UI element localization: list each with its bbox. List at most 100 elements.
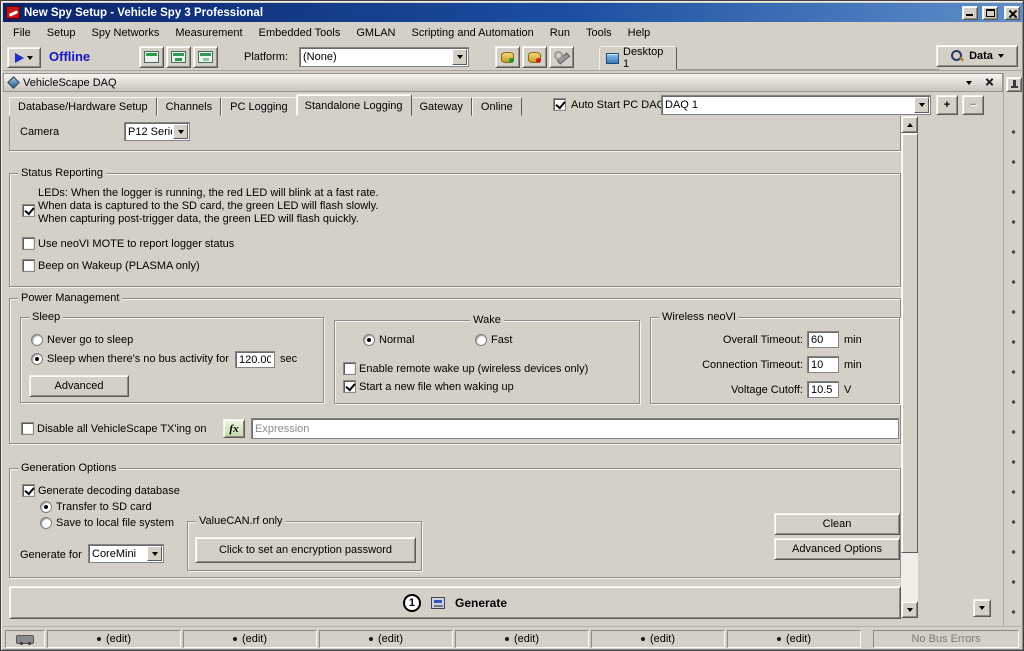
- view-button-2[interactable]: [166, 46, 191, 68]
- expression-input[interactable]: [251, 418, 899, 439]
- status-edit-segment-2[interactable]: (edit): [183, 630, 317, 648]
- status-edit-segment-3[interactable]: (edit): [319, 630, 453, 648]
- menu-item-setup[interactable]: Setup: [39, 24, 84, 42]
- neovi-mote-label: Use neoVI MOTE to report logger status: [38, 238, 234, 250]
- daq-add-button[interactable]: +: [936, 95, 958, 115]
- transfer-sd-radio[interactable]: [40, 501, 52, 513]
- generate-for-dropdown-button[interactable]: [147, 546, 162, 561]
- tab-online[interactable]: Online: [472, 97, 522, 116]
- tab-gateway[interactable]: Gateway: [411, 97, 472, 116]
- menu-item-embedded-tools[interactable]: Embedded Tools: [251, 24, 349, 42]
- generate-for-select[interactable]: CoreMini: [88, 544, 164, 563]
- tab-desktop-1[interactable]: Desktop 1: [599, 46, 677, 70]
- scroll-up-button[interactable]: [901, 116, 918, 133]
- tab-strip: Database/Hardware Setup Channels PC Logg…: [3, 94, 1003, 116]
- camera-dropdown-button[interactable]: [173, 124, 188, 139]
- generate-for-label: Generate for: [20, 549, 82, 561]
- voltage-cutoff-field[interactable]: [807, 381, 839, 398]
- maximize-button[interactable]: [982, 6, 998, 20]
- led-status-line-1: LEDs: When the logger is running, the re…: [38, 187, 379, 199]
- menu-item-gmlan[interactable]: GMLAN: [348, 24, 403, 42]
- disable-tx-checkbox[interactable]: [21, 422, 34, 435]
- panel-close-button[interactable]: [983, 76, 997, 89]
- data-button[interactable]: Data: [936, 45, 1018, 67]
- menu-item-file[interactable]: File: [5, 24, 39, 42]
- menu-item-scripting-and-automation[interactable]: Scripting and Automation: [403, 24, 541, 42]
- advanced-button[interactable]: Advanced: [29, 375, 129, 397]
- tab-standalone-logging[interactable]: Standalone Logging: [296, 94, 412, 116]
- remote-wakeup-checkbox[interactable]: [343, 362, 356, 375]
- wireless-neovi-title: Wireless neoVI: [659, 311, 739, 324]
- play-icon: [15, 53, 24, 63]
- setup-tools-button[interactable]: [549, 46, 574, 68]
- overall-timeout-field[interactable]: [807, 331, 839, 348]
- auto-start-pc-daq-checkbox[interactable]: [553, 98, 566, 111]
- annotation-badge-1: 1: [403, 594, 421, 612]
- save-local-radio[interactable]: [40, 517, 52, 529]
- clean-button[interactable]: Clean: [774, 513, 900, 535]
- camera-select[interactable]: P12 Series: [124, 122, 190, 141]
- menu-item-spy-networks[interactable]: Spy Networks: [83, 24, 167, 42]
- status-edit-segment-5[interactable]: (edit): [591, 630, 725, 648]
- camera-group: Camera P12 Series: [9, 116, 901, 151]
- tab-database-hardware-setup[interactable]: Database/Hardware Setup: [9, 97, 157, 116]
- generate-button-label: Generate: [455, 596, 507, 610]
- never-sleep-radio[interactable]: [31, 334, 43, 346]
- status-edit-segment-4[interactable]: (edit): [455, 630, 589, 648]
- status-reporting-group: Status Reporting LEDs: When the logger i…: [9, 173, 901, 287]
- database-button-2[interactable]: [522, 46, 547, 68]
- dock-strip: [1003, 73, 1023, 626]
- auto-hide-pin-button[interactable]: [1006, 77, 1022, 92]
- dock-dot-strip: [1004, 117, 1023, 617]
- tab-channels[interactable]: Channels: [157, 97, 221, 116]
- daq-dropdown-button[interactable]: [914, 97, 929, 113]
- new-file-wakeup-checkbox[interactable]: [343, 380, 356, 393]
- status-led-icon: [369, 637, 373, 641]
- panel-scroll-down-button[interactable]: [973, 599, 991, 617]
- window-title: New Spy Setup - Vehicle Spy 3 Profession…: [24, 7, 958, 19]
- transfer-sd-label: Transfer to SD card: [56, 501, 152, 513]
- database-button-1[interactable]: [495, 46, 520, 68]
- auto-start-pc-daq-label: Auto Start PC DAQ: [571, 99, 665, 111]
- menu-item-help[interactable]: Help: [620, 24, 659, 42]
- wake-fast-radio[interactable]: [475, 334, 487, 346]
- scroll-down-button[interactable]: [901, 601, 918, 618]
- led-status-checkbox[interactable]: [22, 204, 35, 217]
- play-button[interactable]: [7, 47, 41, 68]
- platform-select[interactable]: (None): [299, 47, 469, 67]
- status-edit-segment-6[interactable]: (edit): [727, 630, 861, 648]
- daq-remove-button[interactable]: −: [962, 95, 984, 115]
- daq-select[interactable]: DAQ 1: [661, 95, 931, 115]
- sleep-timeout-field[interactable]: [235, 351, 275, 368]
- sleep-no-activity-label: Sleep when there's no bus activity for: [47, 353, 229, 365]
- menu-item-tools[interactable]: Tools: [578, 24, 620, 42]
- neovi-mote-checkbox[interactable]: [22, 237, 35, 250]
- standalone-logging-page: Camera P12 Series Status Reporting LEDs:…: [3, 116, 1003, 626]
- decoding-database-checkbox[interactable]: [22, 484, 35, 497]
- menu-bar: File Setup Spy Networks Measurement Embe…: [3, 23, 1023, 43]
- tab-pc-logging[interactable]: PC Logging: [221, 97, 297, 116]
- platform-label: Platform:: [244, 51, 288, 63]
- status-edit-segment-1[interactable]: (edit): [47, 630, 181, 648]
- panel-menu-button[interactable]: [966, 81, 972, 85]
- connection-timeout-field[interactable]: [807, 356, 839, 373]
- connection-timeout-label: Connection Timeout:: [657, 359, 803, 371]
- encryption-password-button[interactable]: Click to set an encryption password: [195, 537, 416, 563]
- view-button-3[interactable]: [193, 46, 218, 68]
- platform-dropdown-button[interactable]: [452, 49, 467, 65]
- connection-timeout-unit: min: [844, 359, 862, 371]
- sleep-no-activity-radio[interactable]: [31, 353, 43, 365]
- beep-wakeup-checkbox[interactable]: [22, 259, 35, 272]
- minimize-button[interactable]: [962, 6, 978, 20]
- menu-item-measurement[interactable]: Measurement: [167, 24, 250, 42]
- voltage-cutoff-unit: V: [844, 384, 851, 396]
- menu-item-run[interactable]: Run: [542, 24, 578, 42]
- wake-normal-radio[interactable]: [363, 334, 375, 346]
- fx-expression-button[interactable]: fx: [223, 419, 245, 438]
- advanced-options-button[interactable]: Advanced Options: [774, 538, 900, 560]
- beep-wakeup-label: Beep on Wakeup (PLASMA only): [38, 260, 200, 272]
- close-button[interactable]: [1004, 6, 1020, 20]
- vertical-scrollbar-thumb[interactable]: [901, 133, 918, 553]
- generate-button[interactable]: 1 Generate: [9, 586, 901, 619]
- view-button-1[interactable]: [139, 46, 164, 68]
